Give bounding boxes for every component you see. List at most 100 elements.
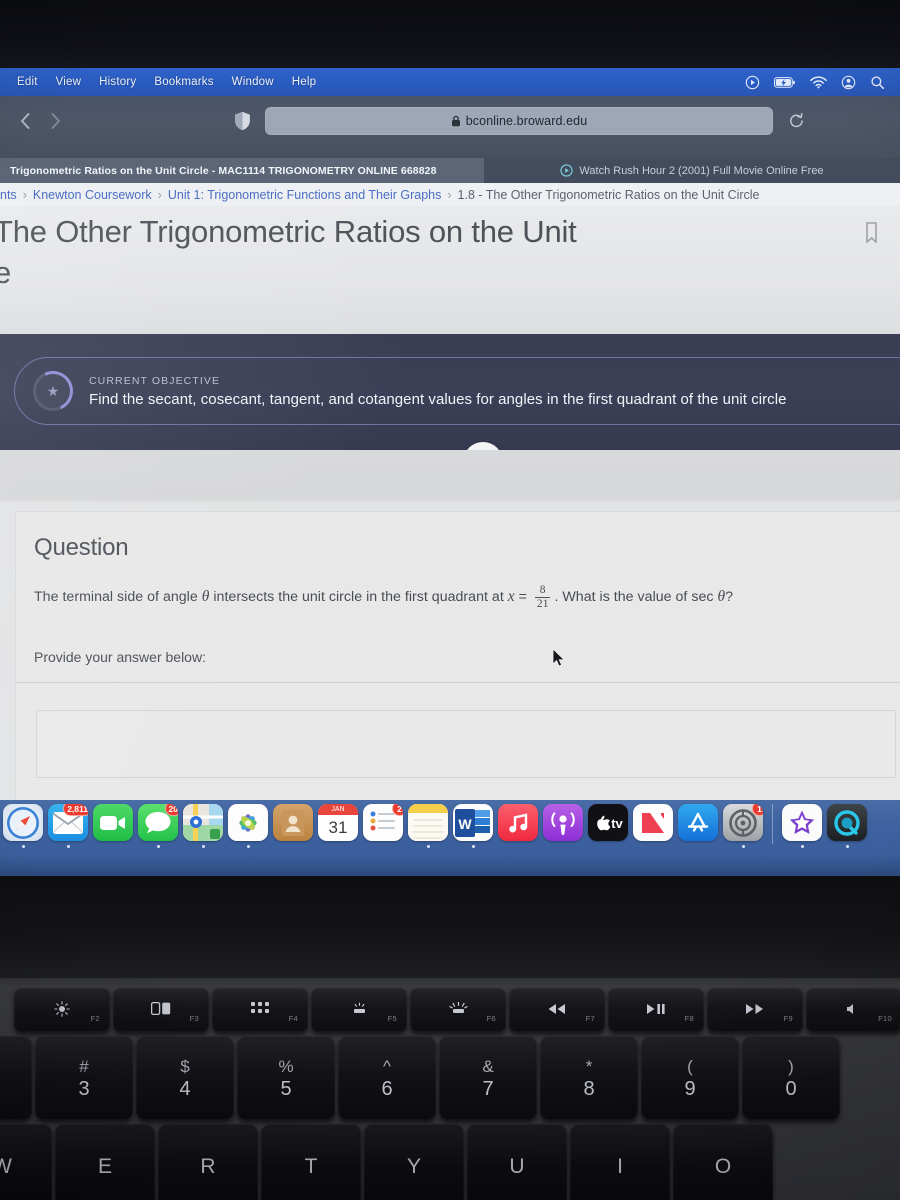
- bookmark-ribbon-icon[interactable]: [865, 222, 878, 249]
- key-label: F10: [878, 1014, 892, 1023]
- star-glyph: ★: [46, 382, 60, 399]
- wifi-icon[interactable]: [810, 75, 827, 89]
- key-number: 7: [482, 1077, 494, 1100]
- key-symbol: $: [180, 1056, 190, 1076]
- address-bar[interactable]: bconline.broward.edu: [265, 107, 773, 135]
- key-f4[interactable]: F4: [212, 988, 308, 1032]
- key-u[interactable]: U: [467, 1124, 567, 1200]
- key-4[interactable]: $4: [136, 1036, 234, 1120]
- key-o[interactable]: O: [673, 1124, 773, 1200]
- screen-hinge-gap: [0, 876, 900, 978]
- key-5[interactable]: % 5: [237, 1036, 335, 1120]
- dock-item-imovie[interactable]: [781, 804, 823, 848]
- dock-item-notes[interactable]: [407, 804, 449, 848]
- question-card: Question The terminal side of angle θ in…: [16, 512, 900, 802]
- equals-sign: =: [518, 589, 527, 606]
- key-f9[interactable]: F9: [707, 988, 803, 1032]
- breadcrumb-item-knewton-coursework[interactable]: Knewton Coursework: [33, 188, 152, 202]
- macos-menu-bar: Edit View History Bookmarks Window Help: [0, 68, 900, 96]
- menu-item-bookmarks[interactable]: Bookmarks: [145, 76, 222, 88]
- key-r[interactable]: R: [158, 1124, 258, 1200]
- key-t[interactable]: T: [261, 1124, 361, 1200]
- key-symbol: &: [482, 1056, 494, 1076]
- key-e[interactable]: E: [55, 1124, 155, 1200]
- running-indicator: [426, 845, 430, 848]
- key-f3[interactable]: F3: [113, 988, 209, 1032]
- reload-icon[interactable]: [789, 113, 804, 129]
- page-title-band: The Other Trigonometric Ratios on the Un…: [0, 206, 900, 334]
- menu-item-window[interactable]: Window: [223, 76, 283, 88]
- key-8[interactable]: * 8: [540, 1036, 638, 1120]
- running-indicator: [66, 845, 70, 848]
- objective-kicker: CURRENT OBJECTIVE: [89, 374, 221, 387]
- page-title-line2: e: [0, 254, 12, 290]
- battery-charging-icon[interactable]: [774, 76, 796, 89]
- key-f10[interactable]: F10: [806, 988, 900, 1032]
- dock-item-safari[interactable]: [2, 804, 44, 848]
- control-center-icon[interactable]: [745, 75, 760, 90]
- breadcrumb-separator: ›: [22, 187, 27, 202]
- display-bezel: [0, 0, 900, 68]
- tab-trigonometric-ratios[interactable]: Trigonometric Ratios on the Unit Circle …: [0, 158, 484, 183]
- dock-item-system-preferences[interactable]: 1: [722, 804, 764, 848]
- key-f8[interactable]: F8: [608, 988, 704, 1032]
- privacy-shield-icon[interactable]: [234, 111, 251, 131]
- breadcrumb-item-unit-1[interactable]: Unit 1: Trigonometric Functions and Thei…: [168, 188, 442, 202]
- dock-item-reminders[interactable]: 2: [362, 804, 404, 848]
- key-6[interactable]: ^ 6: [338, 1036, 436, 1120]
- dock-item-calendar[interactable]: JAN 31: [317, 804, 359, 848]
- dock-item-music[interactable]: [497, 804, 539, 848]
- dock-item-appstore[interactable]: [677, 804, 719, 848]
- dock-item-facetime[interactable]: [92, 804, 134, 848]
- dock-item-quicktime[interactable]: [826, 804, 868, 848]
- key-0[interactable]: ) 0: [742, 1036, 840, 1120]
- word-icon: W: [453, 804, 493, 842]
- key-label: F9: [783, 1014, 793, 1023]
- dock-item-mail[interactable]: 2,811: [47, 804, 89, 848]
- key-number: 6: [381, 1077, 393, 1100]
- breadcrumb-item-assignments[interactable]: nts: [0, 188, 17, 202]
- key-3[interactable]: #3: [35, 1036, 133, 1120]
- user-account-icon[interactable]: [841, 75, 856, 90]
- key-w[interactable]: W: [0, 1124, 52, 1200]
- dock-item-news[interactable]: [632, 804, 674, 848]
- key-i[interactable]: I: [570, 1124, 670, 1200]
- breadcrumb: nts › Knewton Coursework › Unit 1: Trigo…: [0, 183, 900, 206]
- dock-items: 2,811 20 JAN 31 2 W tv 1: [0, 800, 900, 860]
- divider: [16, 682, 900, 683]
- dock-item-maps[interactable]: [182, 804, 224, 848]
- menu-item-edit[interactable]: Edit: [8, 76, 47, 88]
- menu-item-view[interactable]: View: [47, 76, 91, 88]
- forward-button[interactable]: [40, 106, 70, 136]
- tab-rush-hour-movie[interactable]: Watch Rush Hour 2 (2001) Full Movie Onli…: [484, 158, 900, 183]
- mouse-cursor: [552, 648, 566, 668]
- key-f5[interactable]: F5: [311, 988, 407, 1032]
- keyboard-letter-row: W ERTYUIO: [0, 1124, 776, 1200]
- dock-item-word[interactable]: W: [452, 804, 494, 848]
- key-2[interactable]: @2: [0, 1036, 32, 1120]
- key-letter: W: [0, 1155, 12, 1178]
- key-f6[interactable]: F6: [410, 988, 506, 1032]
- dock-item-contacts[interactable]: [272, 804, 314, 848]
- play-circle-icon: [560, 164, 574, 177]
- key-9[interactable]: (9: [641, 1036, 739, 1120]
- dock-item-appletv[interactable]: tv: [587, 804, 629, 848]
- key-f2[interactable]: F2: [14, 988, 110, 1032]
- dock-item-messages[interactable]: 20: [137, 804, 179, 848]
- key-label: F5: [387, 1014, 397, 1023]
- safari-tab-bar: Trigonometric Ratios on the Unit Circle …: [0, 158, 900, 183]
- key-f7[interactable]: F7: [509, 988, 605, 1032]
- menu-item-history[interactable]: History: [90, 76, 145, 88]
- key-7[interactable]: & 7: [439, 1036, 537, 1120]
- answer-input[interactable]: [36, 710, 896, 778]
- spotlight-search-icon[interactable]: [870, 75, 885, 90]
- back-button[interactable]: [10, 106, 40, 136]
- menu-item-help[interactable]: Help: [283, 76, 325, 88]
- key-label: F7: [585, 1014, 595, 1023]
- dock-item-podcasts[interactable]: [542, 804, 584, 848]
- running-indicator: [471, 845, 475, 848]
- dock-separator: [772, 804, 773, 844]
- theta-symbol-2: θ: [717, 588, 726, 606]
- dock-item-photos[interactable]: [227, 804, 269, 848]
- key-y[interactable]: Y: [364, 1124, 464, 1200]
